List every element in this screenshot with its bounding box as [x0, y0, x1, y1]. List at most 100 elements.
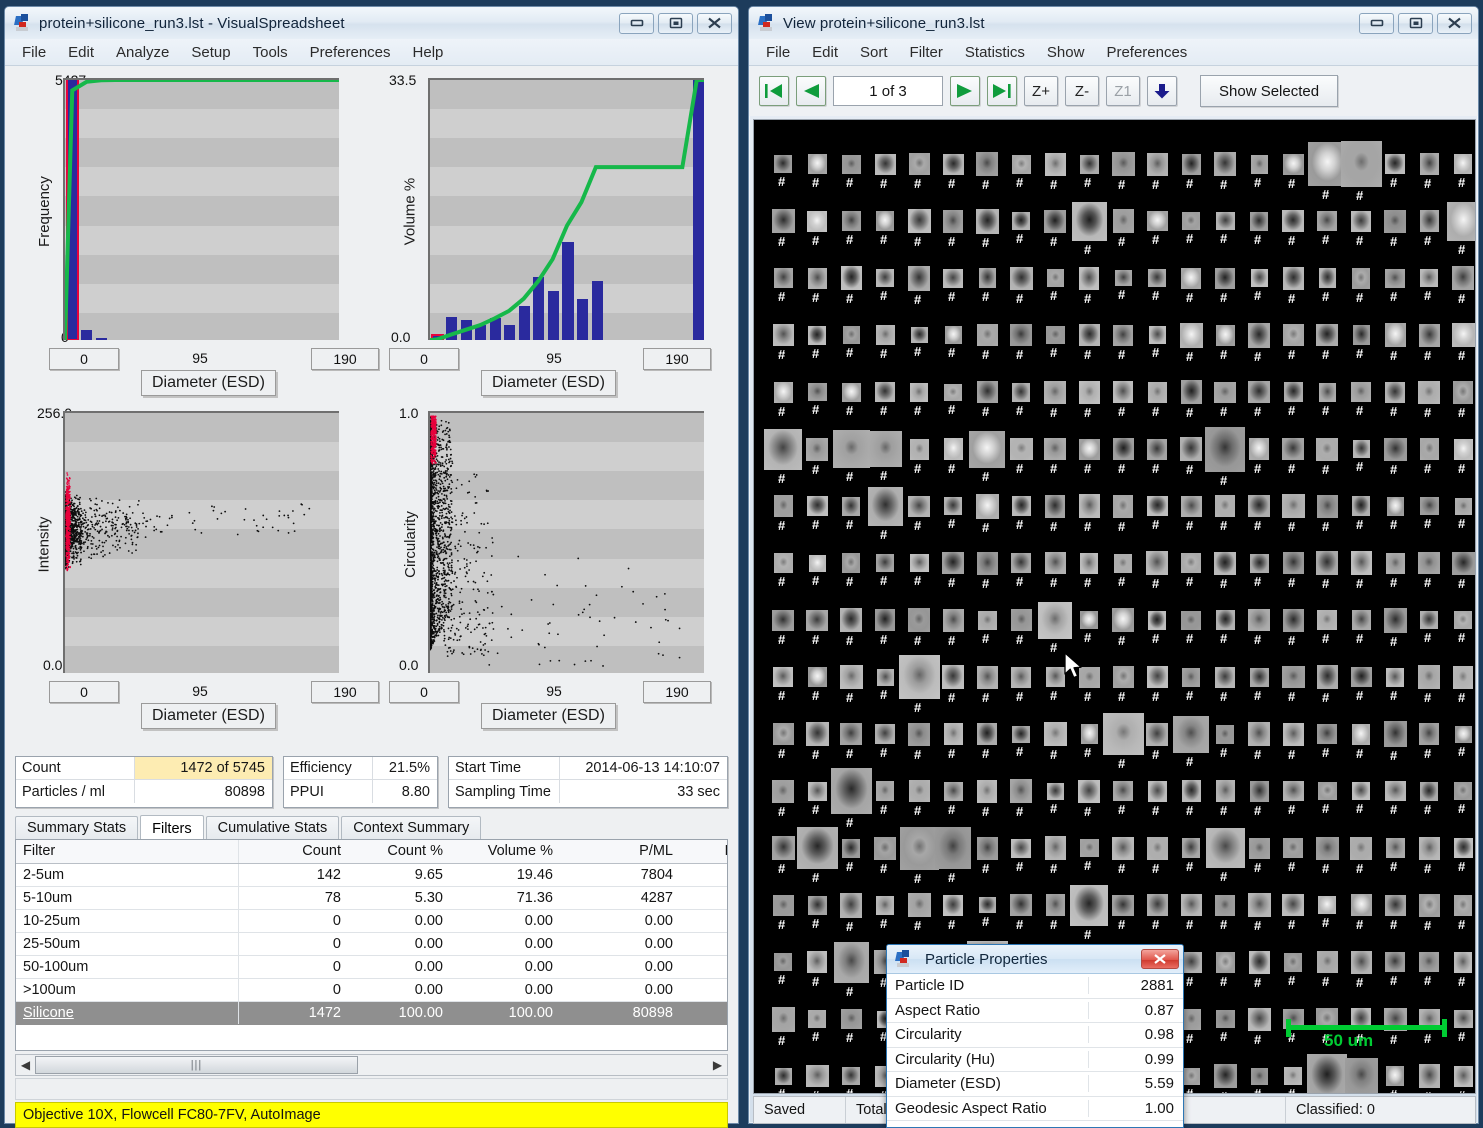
chart-frequency-xmax[interactable]: 190: [311, 348, 379, 370]
last-page-button[interactable]: [987, 76, 1017, 106]
maximize-button[interactable]: [1398, 13, 1433, 34]
next-page-button[interactable]: [950, 76, 980, 106]
table-cell: 0.: [680, 1001, 728, 1024]
chart-volume-xmax[interactable]: 190: [643, 348, 711, 370]
table-cell: 0.: [680, 932, 728, 955]
zoom-reset-button[interactable]: Z1: [1106, 76, 1140, 106]
menu-filter[interactable]: Filter: [899, 42, 954, 63]
tab-context-summary[interactable]: Context Summary: [341, 816, 481, 840]
menu-preferences[interactable]: Preferences: [1095, 42, 1198, 63]
particle-image: [1182, 1009, 1201, 1030]
chart-volume-xmin[interactable]: 0: [389, 348, 459, 370]
chart-intensity-xmax[interactable]: 190: [311, 681, 379, 703]
minimize-button[interactable]: [619, 13, 654, 34]
chart-circularity-xmin[interactable]: 0: [389, 681, 459, 703]
particle-label: #: [914, 701, 921, 714]
table-cell: 5.30: [348, 886, 450, 909]
menu-analyze[interactable]: Analyze: [105, 42, 180, 63]
zoom-out-button[interactable]: Z-: [1065, 76, 1099, 106]
menu-edit[interactable]: Edit: [57, 42, 105, 63]
menu-help[interactable]: Help: [402, 42, 455, 63]
left-window-titlebar[interactable]: protein+silicone_run3.lst - VisualSpread…: [5, 7, 738, 39]
particle-image: [1351, 211, 1371, 232]
menu-sort[interactable]: Sort: [849, 42, 899, 63]
particle-image: [1047, 269, 1064, 287]
particle-image: [1113, 325, 1133, 346]
table-row[interactable]: 50-100um00.000.000.000.: [16, 955, 728, 978]
table-row[interactable]: 10-25um00.000.000.000.: [16, 909, 728, 932]
chart-frequency-xlabel[interactable]: Diameter (ESD): [141, 370, 276, 396]
particle-label: #: [1458, 176, 1465, 189]
chart-circularity-xmax[interactable]: 190: [643, 681, 711, 703]
filter-table-col-2[interactable]: Count %: [348, 840, 450, 863]
chart-intensity-xmin[interactable]: 0: [49, 681, 119, 703]
particle-image: [1147, 439, 1167, 460]
zoom-in-button[interactable]: Z+: [1024, 76, 1058, 106]
page-indicator[interactable]: 1 of 3: [833, 76, 943, 106]
particle-properties-titlebar[interactable]: Particle Properties: [887, 945, 1183, 974]
table-cell: 0.00: [560, 932, 680, 955]
chart-intensity-plot[interactable]: [63, 411, 339, 673]
particle-label: #: [1288, 634, 1295, 647]
chart-frequency-plot[interactable]: [63, 78, 339, 340]
right-window-titlebar[interactable]: View protein+silicone_run3.lst: [749, 7, 1478, 39]
tab-cumulative-stats[interactable]: Cumulative Stats: [206, 816, 340, 840]
chart-volume[interactable]: 33.5 0.0 Volume % 0 95 190 Diameter (ESD…: [371, 66, 737, 396]
chart-circularity-plot[interactable]: [428, 411, 704, 673]
tab-filters[interactable]: Filters: [140, 815, 203, 841]
chart-volume-plot[interactable]: [428, 78, 704, 340]
menu-setup[interactable]: Setup: [180, 42, 241, 63]
close-button[interactable]: [697, 13, 732, 34]
menu-statistics[interactable]: Statistics: [954, 42, 1036, 63]
particle-label: #: [1050, 462, 1057, 475]
menu-edit[interactable]: Edit: [801, 42, 849, 63]
particle-image: [840, 665, 863, 689]
particle-label: #: [880, 688, 887, 701]
filter-table-col-4[interactable]: P/ML: [560, 840, 680, 863]
menu-show[interactable]: Show: [1036, 42, 1096, 63]
table-row[interactable]: 2-5um1429.6519.4678040.: [16, 863, 728, 886]
table-row[interactable]: Silicone1472100.00100.00808980.: [16, 1001, 728, 1024]
table-row[interactable]: 5-10um785.3071.3642870.: [16, 886, 728, 909]
chart-circularity-xlabel[interactable]: Diameter (ESD): [481, 703, 616, 729]
maximize-button[interactable]: [658, 13, 693, 34]
particle-image: [1148, 781, 1167, 802]
show-selected-button[interactable]: Show Selected: [1200, 75, 1338, 107]
table-row[interactable]: >100um00.000.000.000.: [16, 978, 728, 1001]
particle-image: [1420, 611, 1438, 629]
tab-summary-stats[interactable]: Summary Stats: [15, 816, 138, 840]
hscroll-thumb[interactable]: |||: [35, 1056, 358, 1074]
filter-table-col-0[interactable]: Filter: [16, 840, 238, 863]
filter-table-hscrollbar[interactable]: ◀ ||| ▶: [15, 1054, 728, 1076]
menu-tools[interactable]: Tools: [242, 42, 299, 63]
menu-file[interactable]: File: [11, 42, 57, 63]
close-button[interactable]: [1141, 949, 1179, 969]
table-row[interactable]: 25-50um00.000.000.000.: [16, 932, 728, 955]
chart-intensity[interactable]: 256.0 0.0 Intensity 0 95 190 Diameter (E…: [5, 399, 371, 729]
close-button[interactable]: [1437, 13, 1472, 34]
particle-label: #: [1254, 861, 1261, 874]
minimize-button[interactable]: [1359, 13, 1394, 34]
filter-table-col-3[interactable]: Volume %: [450, 840, 560, 863]
previous-page-button[interactable]: [796, 76, 826, 106]
chart-volume-xlabel[interactable]: Diameter (ESD): [481, 370, 616, 396]
download-button[interactable]: [1147, 76, 1177, 106]
scroll-right-icon[interactable]: ▶: [708, 1055, 727, 1075]
filter-table-wrap[interactable]: FilterCountCount %Volume %P/MLPP 2-5um14…: [15, 839, 728, 1051]
filter-table-col-5[interactable]: PP: [680, 840, 728, 863]
hscroll-track[interactable]: |||: [35, 1055, 708, 1075]
particle-property-key: Circularity (Hu): [887, 1051, 1088, 1068]
first-page-button[interactable]: [759, 76, 789, 106]
table-cell: 0.00: [450, 909, 560, 932]
chart-intensity-xlabel[interactable]: Diameter (ESD): [141, 703, 276, 729]
scroll-left-icon[interactable]: ◀: [16, 1055, 35, 1075]
particle-image: [978, 611, 997, 630]
filter-table-col-1[interactable]: Count: [238, 840, 348, 863]
menu-file[interactable]: File: [755, 42, 801, 63]
particle-label: #: [778, 235, 785, 248]
menu-preferences[interactable]: Preferences: [299, 42, 402, 63]
chart-circularity[interactable]: 1.0 0.0 Circularity 0 95 190 Diameter (E…: [371, 399, 737, 729]
chart-frequency-xmin[interactable]: 0: [49, 348, 119, 370]
chart-frequency[interactable]: 5427 0 Frequency 0 95 190 Diameter (ESD): [5, 66, 371, 396]
particle-image: [1386, 553, 1405, 574]
